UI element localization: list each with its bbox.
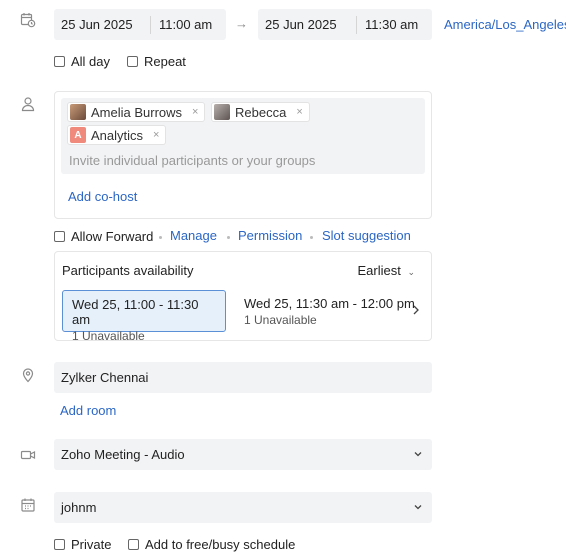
slot-suggestion-link[interactable]: Slot suggestion [322, 228, 411, 243]
calendar-icon [20, 497, 36, 513]
end-time[interactable]: 11:30 am [357, 17, 418, 32]
free-busy-checkbox[interactable] [128, 539, 139, 550]
end-date[interactable]: 25 Jun 2025 [258, 17, 356, 32]
private-checkbox[interactable] [54, 539, 65, 550]
private-label: Private [71, 537, 112, 552]
chevron-down-icon: ⌄ [407, 267, 415, 277]
sort-label: Earliest [357, 263, 401, 278]
timezone-link[interactable]: America/Los_Angeles [444, 17, 566, 32]
free-busy-label: Add to free/busy schedule [145, 537, 296, 552]
participant-chip: Rebecca × [211, 102, 310, 122]
start-date[interactable]: 25 Jun 2025 [54, 17, 150, 32]
all-day-label: All day [71, 54, 111, 69]
chevron-right-icon[interactable] [412, 303, 420, 315]
avatar [70, 104, 86, 120]
calendar-value: johnm [61, 500, 97, 515]
free-busy-option[interactable]: Add to free/busy schedule [128, 537, 295, 552]
start-time[interactable]: 11:00 am [151, 17, 212, 32]
calendar-clock-icon [20, 12, 36, 28]
meeting-select[interactable]: Zoho Meeting - Audio [54, 439, 432, 470]
slot-option[interactable]: Wed 25, 11:30 am - 12:00 pm 1 Unavailabl… [235, 290, 415, 332]
person-icon [20, 96, 36, 112]
dot-separator [227, 236, 230, 239]
allow-forward-option[interactable]: Allow Forward [54, 229, 153, 244]
dot-separator [310, 236, 313, 239]
end-datetime: 25 Jun 2025 11:30 am [258, 9, 432, 40]
all-day-option[interactable]: All day [54, 54, 110, 69]
availability-card: Participants availability Earliest ⌄ Wed… [54, 251, 432, 341]
participant-chip: Amelia Burrows × [67, 102, 206, 122]
participant-name: Amelia Burrows [91, 104, 183, 120]
slot-status: 1 Unavailable [72, 329, 145, 341]
sort-dropdown[interactable]: Earliest ⌄ [357, 263, 415, 278]
add-room-link[interactable]: Add room [60, 403, 116, 418]
arrow-icon: → [235, 16, 248, 31]
all-day-checkbox[interactable] [54, 56, 65, 67]
private-option[interactable]: Private [54, 537, 111, 552]
dot-separator [159, 236, 162, 239]
start-datetime: 25 Jun 2025 11:00 am [54, 9, 226, 40]
location-input[interactable]: Zylker Chennai [54, 362, 432, 393]
participant-name: Analytics [91, 127, 144, 143]
slot-option-selected[interactable]: Wed 25, 11:00 - 11:30 am 1 Unavailable [62, 290, 226, 340]
slot-time: Wed 25, 11:00 - 11:30 am [72, 297, 199, 327]
add-cohost-link[interactable]: Add co-host [68, 189, 137, 204]
chevron-down-icon [414, 505, 422, 510]
remove-icon[interactable]: × [153, 129, 159, 141]
repeat-option[interactable]: Repeat [127, 54, 186, 69]
video-camera-icon [20, 447, 36, 463]
avatar [214, 104, 230, 120]
allow-forward-label: Allow Forward [71, 229, 154, 244]
manage-link[interactable]: Manage [170, 228, 217, 243]
slot-status: 1 Unavailable [244, 313, 317, 327]
meeting-value: Zoho Meeting - Audio [61, 447, 185, 462]
invite-placeholder[interactable]: Invite individual participants or your g… [69, 153, 315, 168]
slot-time: Wed 25, 11:30 am - 12:00 pm [244, 296, 415, 311]
availability-title: Participants availability [62, 263, 194, 278]
allow-forward-checkbox[interactable] [54, 231, 65, 242]
group-avatar: A [70, 127, 86, 143]
participant-chip: A Analytics × [67, 125, 167, 145]
remove-icon[interactable]: × [296, 106, 302, 118]
repeat-checkbox[interactable] [127, 56, 138, 67]
chevron-down-icon [414, 452, 422, 457]
location-pin-icon [20, 367, 36, 383]
participants-input-area[interactable]: Amelia Burrows × Rebecca × A Analytics ×… [61, 98, 425, 174]
calendar-select[interactable]: johnm [54, 492, 432, 523]
remove-icon[interactable]: × [192, 106, 198, 118]
permission-link[interactable]: Permission [238, 228, 302, 243]
participant-name: Rebecca [235, 104, 287, 120]
location-value: Zylker Chennai [61, 370, 149, 385]
participants-card: Amelia Burrows × Rebecca × A Analytics ×… [54, 91, 432, 219]
repeat-label: Repeat [144, 54, 186, 69]
